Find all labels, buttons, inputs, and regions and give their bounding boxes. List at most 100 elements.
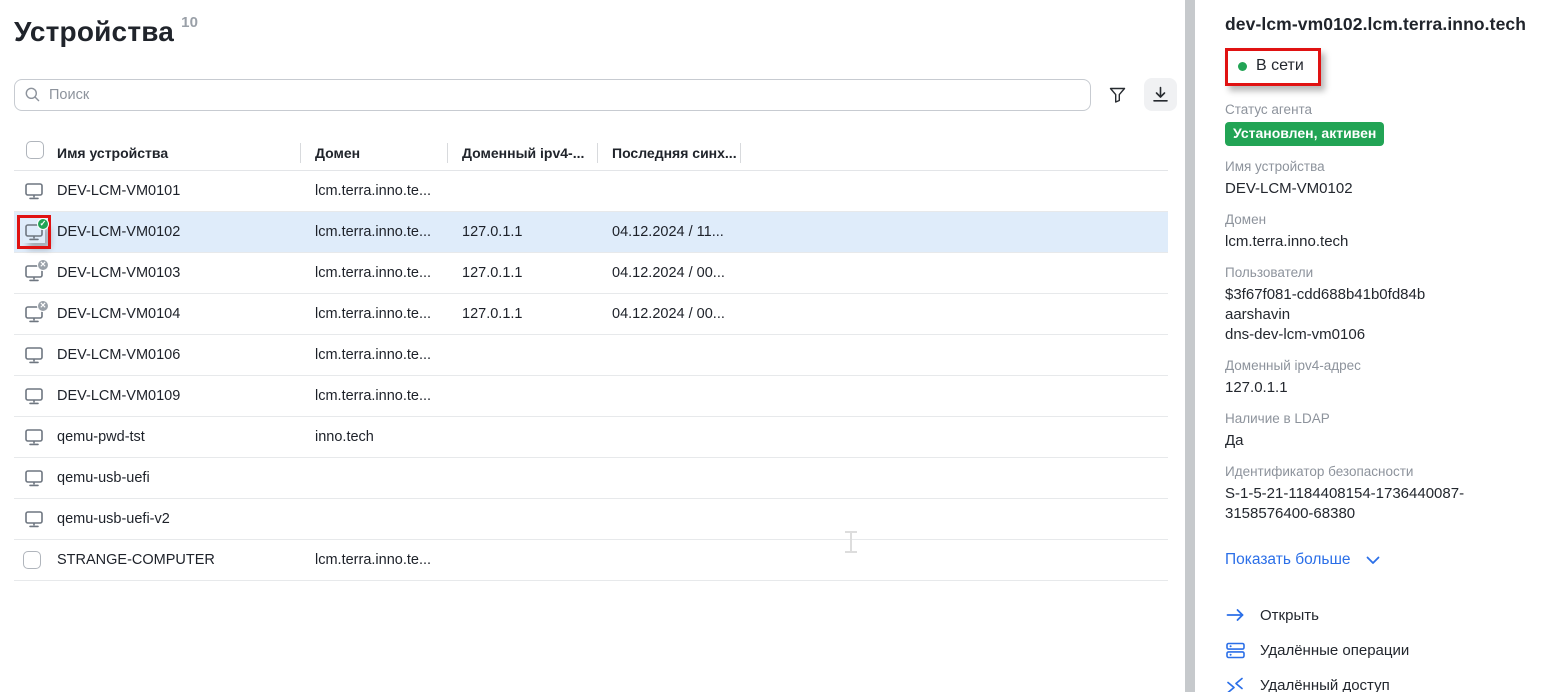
detail-field: Домен lcm.terra.inno.tech	[1225, 212, 1544, 252]
field-value: 127.0.1.1	[1225, 378, 1544, 398]
remote-operations-icon	[1225, 640, 1245, 660]
table-row[interactable]: DEV-LCM-VM0101 lcm.terra.inno.te...	[14, 171, 1168, 212]
device-name: qemu-usb-uefi	[57, 470, 300, 486]
column-header-ipv4[interactable]: Доменный ipv4-...	[447, 145, 597, 161]
action-label: Открыть	[1260, 607, 1319, 624]
table-row[interactable]: ✕ DEV-LCM-VM0104 lcm.terra.inno.te... 12…	[14, 294, 1168, 335]
header-checkbox-cell	[14, 141, 57, 164]
devices-table: Имя устройства Домен Доменный ipv4-... П…	[14, 135, 1168, 581]
action-label: Удалённые операции	[1260, 642, 1409, 659]
device-icon-cell	[14, 344, 57, 366]
device-name: STRANGE-COMPUTER	[57, 552, 300, 568]
table-row[interactable]: DEV-LCM-VM0109 lcm.terra.inno.te...	[14, 376, 1168, 417]
device-domain: lcm.terra.inno.te...	[300, 347, 447, 363]
search-icon	[25, 87, 40, 102]
device-domain: inno.tech	[300, 429, 447, 445]
monitor-icon	[23, 385, 45, 407]
device-domain: lcm.terra.inno.te...	[300, 306, 447, 322]
device-last-sync: 04.12.2024 / 11...	[597, 224, 740, 240]
detail-field: Доменный ipv4-адрес 127.0.1.1	[1225, 358, 1544, 398]
chevron-down-icon	[1366, 556, 1380, 565]
device-name: DEV-LCM-VM0106	[57, 347, 300, 363]
table-body: DEV-LCM-VM0101 lcm.terra.inno.te... ✓ DE…	[14, 171, 1168, 581]
device-domain: lcm.terra.inno.te...	[300, 183, 447, 199]
monitor-icon	[23, 426, 45, 448]
device-ipv4: 127.0.1.1	[447, 306, 597, 322]
table-row[interactable]: qemu-pwd-tst inno.tech	[14, 417, 1168, 458]
device-name: DEV-LCM-VM0101	[57, 183, 300, 199]
monitor-icon	[23, 180, 45, 202]
monitor-icon	[23, 344, 45, 366]
device-last-sync: 04.12.2024 / 00...	[597, 265, 740, 281]
page-title-text: Устройства	[14, 16, 174, 47]
monitor-icon: ✕	[23, 262, 45, 284]
device-domain: lcm.terra.inno.te...	[300, 552, 447, 568]
table-header-row: Имя устройства Домен Доменный ipv4-... П…	[14, 135, 1168, 171]
field-value: $3f67f081-cdd688b41b0fd84baarshavindns-d…	[1225, 285, 1544, 345]
table-controls	[14, 78, 1183, 111]
detail-field: Пользователи $3f67f081-cdd688b41b0fd84ba…	[1225, 265, 1544, 345]
column-header-last-sync[interactable]: Последняя синх...	[597, 145, 740, 161]
monitor-icon: ✓	[23, 221, 45, 243]
show-more-link[interactable]: Показать больше	[1225, 551, 1380, 569]
devices-main: Устройства10	[0, 0, 1183, 692]
devices-app: Устройства10	[0, 0, 1562, 692]
monitor-icon	[23, 508, 45, 530]
table-row[interactable]: DEV-LCM-VM0106 lcm.terra.inno.te...	[14, 335, 1168, 376]
detail-field: Статус агента Установлен, активен	[1225, 102, 1544, 146]
table-row[interactable]: STRANGE-COMPUTER lcm.terra.inno.te...	[14, 540, 1168, 581]
device-icon-cell	[14, 467, 57, 489]
detail-fields: Статус агента Установлен, активен Имя ус…	[1225, 102, 1544, 524]
search-box[interactable]	[14, 79, 1091, 111]
device-name: DEV-LCM-VM0103	[57, 265, 300, 281]
device-last-sync: 04.12.2024 / 00...	[597, 306, 740, 322]
row-checkbox[interactable]	[23, 551, 41, 569]
vertical-scrollbar[interactable]	[1183, 0, 1197, 692]
field-value: S-1-5-21-1184408154-1736440087-315857640…	[1225, 484, 1544, 524]
online-status-badge: В сети	[1225, 48, 1321, 86]
funnel-icon	[1109, 87, 1126, 103]
table-row[interactable]: qemu-usb-uefi-v2	[14, 499, 1168, 540]
device-domain: lcm.terra.inno.te...	[300, 224, 447, 240]
device-ipv4: 127.0.1.1	[447, 224, 597, 240]
monitor-icon: ✕	[23, 303, 45, 325]
device-status-badge-icon: ✕	[37, 300, 49, 312]
panel-action-button[interactable]: Удалённый доступ	[1225, 675, 1544, 692]
search-input[interactable]	[49, 87, 1080, 103]
field-label: Статус агента	[1225, 102, 1544, 117]
device-name: qemu-usb-uefi-v2	[57, 511, 300, 527]
filter-button[interactable]	[1101, 78, 1134, 111]
field-label: Имя устройства	[1225, 159, 1544, 174]
device-icon-cell	[14, 551, 57, 569]
scrollbar-thumb[interactable]	[1185, 0, 1195, 692]
download-button[interactable]	[1144, 78, 1177, 111]
device-icon-cell: ✕	[14, 303, 57, 325]
detail-field: Идентификатор безопасности S-1-5-21-1184…	[1225, 464, 1544, 524]
panel-action-button[interactable]: Удалённые операции	[1225, 640, 1544, 660]
device-icon-cell: ✕	[14, 262, 57, 284]
field-value: lcm.terra.inno.tech	[1225, 232, 1544, 252]
table-row[interactable]: qemu-usb-uefi	[14, 458, 1168, 499]
device-status-badge-icon: ✓	[37, 218, 49, 230]
device-status-badge-icon: ✕	[37, 259, 49, 271]
device-name: DEV-LCM-VM0104	[57, 306, 300, 322]
download-icon	[1152, 86, 1169, 103]
column-header-domain[interactable]: Домен	[300, 145, 447, 161]
field-label: Пользователи	[1225, 265, 1544, 280]
device-icon-cell: ✓	[14, 221, 57, 243]
panel-action-button[interactable]: Открыть	[1225, 605, 1544, 625]
table-row[interactable]: ✓ DEV-LCM-VM0102 lcm.terra.inno.te... 12…	[14, 212, 1168, 253]
action-label: Удалённый доступ	[1260, 677, 1390, 692]
column-header-name[interactable]: Имя устройства	[57, 145, 300, 161]
device-ipv4: 127.0.1.1	[447, 265, 597, 281]
device-detail-panel: dev-lcm-vm0102.lcm.terra.inno.tech В сет…	[1197, 0, 1562, 692]
device-icon-cell	[14, 508, 57, 530]
device-icon-cell	[14, 385, 57, 407]
table-row[interactable]: ✕ DEV-LCM-VM0103 lcm.terra.inno.te... 12…	[14, 253, 1168, 294]
detail-field: Имя устройства DEV-LCM-VM0102	[1225, 159, 1544, 199]
device-domain: lcm.terra.inno.te...	[300, 388, 447, 404]
show-more-label: Показать больше	[1225, 551, 1351, 569]
select-all-checkbox[interactable]	[26, 141, 44, 159]
device-domain: lcm.terra.inno.te...	[300, 265, 447, 281]
arrow-right-icon	[1225, 605, 1245, 625]
